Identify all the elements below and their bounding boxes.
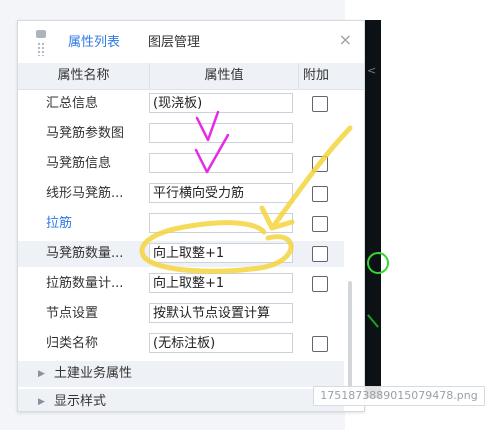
- property-value[interactable]: [149, 123, 293, 143]
- property-name: 马凳筋数量...: [46, 246, 124, 261]
- extra-checkbox[interactable]: [312, 246, 328, 262]
- extra-checkbox[interactable]: [312, 276, 328, 292]
- filename-watermark: 1751873889015079478.png: [313, 386, 485, 406]
- property-name: 节点设置: [46, 306, 99, 321]
- table-row-selected[interactable]: 马凳筋数量... 向上取整+1: [18, 241, 344, 267]
- extra-checkbox[interactable]: [312, 186, 328, 202]
- header-value: 属性值: [149, 63, 299, 89]
- property-value[interactable]: 向上取整+1: [149, 243, 293, 263]
- triangle-right-icon[interactable]: ▶: [38, 361, 45, 387]
- table-row[interactable]: 归类名称 (无标注板): [18, 331, 344, 357]
- property-name: 汇总信息: [46, 96, 99, 111]
- extra-checkbox[interactable]: [312, 216, 328, 232]
- property-name: 马凳筋信息: [46, 156, 112, 171]
- scrollbar-thumb[interactable]: [348, 281, 352, 391]
- property-name: 马凳筋参数图: [46, 126, 125, 141]
- collapse-chevron-icon[interactable]: <: [367, 64, 376, 77]
- table-row[interactable]: 线形马凳筋... 平行横向受力筋: [18, 181, 344, 207]
- table-row[interactable]: 节点设置 按默认节点设置计算: [18, 301, 344, 327]
- tab-property-list[interactable]: 属性列表: [68, 31, 120, 55]
- property-name: 归类名称: [46, 336, 99, 351]
- property-name-link[interactable]: 拉筋: [46, 211, 72, 237]
- drawing-canvas[interactable]: <: [363, 20, 389, 398]
- extra-checkbox[interactable]: [312, 96, 328, 112]
- property-value[interactable]: (现浇板): [149, 93, 293, 113]
- section-display-style[interactable]: ▶ 显示样式: [18, 389, 344, 411]
- property-panel: 属性列表 图层管理 × 属性名称 属性值 附加 汇总信息 (现浇板) 马凳筋参数…: [17, 20, 365, 412]
- canvas-circle-shape: [367, 252, 389, 274]
- table-row[interactable]: 马凳筋信息: [18, 151, 344, 177]
- tab-layer-management[interactable]: 图层管理: [148, 31, 200, 55]
- table-row[interactable]: 拉筋数量计... 向上取整+1: [18, 271, 344, 297]
- header-extra: 附加: [302, 68, 329, 83]
- vertical-scrollbar[interactable]: [346, 91, 354, 401]
- panel-grip[interactable]: [36, 30, 46, 60]
- property-value[interactable]: 向上取整+1: [149, 273, 293, 293]
- panel-tab-bar: 属性列表 图层管理 ×: [18, 21, 364, 63]
- pin-lock-icon[interactable]: [36, 30, 46, 38]
- drag-handle-icon[interactable]: [37, 42, 45, 56]
- property-value[interactable]: [149, 213, 293, 233]
- section-label: 显示样式: [54, 394, 107, 409]
- extra-checkbox[interactable]: [312, 156, 328, 172]
- table-row[interactable]: 马凳筋参数图: [18, 121, 344, 147]
- property-value[interactable]: 平行横向受力筋: [149, 183, 293, 203]
- section-civil-attributes[interactable]: ▶ 土建业务属性: [18, 361, 344, 387]
- property-value[interactable]: [149, 153, 293, 173]
- property-value[interactable]: (无标注板): [149, 333, 293, 353]
- extra-checkbox[interactable]: [312, 336, 328, 352]
- table-row[interactable]: 拉筋: [18, 211, 344, 237]
- table-header: 属性名称 属性值 附加: [18, 63, 364, 90]
- canvas-line-shape: [367, 314, 379, 328]
- table-row[interactable]: 汇总信息 (现浇板): [18, 91, 344, 117]
- close-icon[interactable]: ×: [339, 30, 352, 49]
- header-name: 属性名称: [57, 68, 110, 83]
- triangle-right-icon[interactable]: ▶: [38, 389, 45, 411]
- property-name: 线形马凳筋...: [46, 186, 124, 201]
- property-name: 拉筋数量计...: [46, 276, 124, 291]
- section-label: 土建业务属性: [54, 366, 133, 381]
- property-value[interactable]: 按默认节点设置计算: [149, 303, 293, 323]
